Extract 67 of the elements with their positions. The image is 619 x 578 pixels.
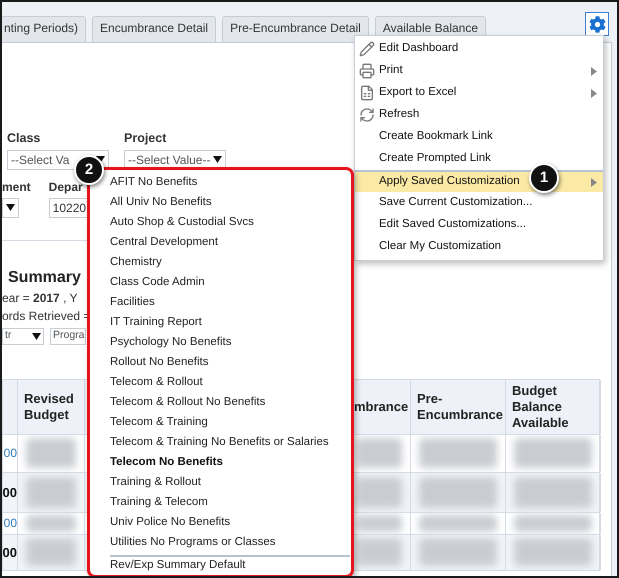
settings-icon — [588, 16, 606, 32]
menu-item[interactable]: Create Bookmark Link — [355, 126, 603, 148]
prompt-label: Project — [124, 130, 168, 147]
customization-item[interactable]: Utilities No Programs or Classes — [110, 533, 276, 553]
customization-item[interactable]: Auto Shop & Custodial Svcs — [110, 213, 254, 233]
select-field[interactable]: --Select Value-- — [124, 150, 226, 170]
printer-icon — [359, 63, 375, 79]
menu-item[interactable]: Print — [355, 60, 603, 82]
select-field[interactable]: Progra — [50, 328, 86, 345]
customization-item[interactable]: IT Training Report — [110, 313, 202, 333]
customization-item[interactable]: Telecom & Training — [110, 413, 208, 433]
refresh-icon — [359, 107, 375, 123]
caret-icon — [32, 332, 41, 340]
customization-item[interactable]: All Univ No Benefits — [110, 193, 212, 213]
menu-item[interactable]: Export to Excel — [355, 82, 603, 104]
blurred-value — [356, 538, 402, 566]
menu-item[interactable]: Save Current Customization... — [355, 192, 603, 214]
customization-item[interactable]: Facilities — [110, 293, 155, 313]
caret-icon — [213, 156, 222, 164]
select-field[interactable]: tr — [2, 328, 44, 345]
settings-button[interactable] — [585, 12, 609, 36]
column-header: mbrance — [354, 398, 408, 415]
column-header: Budget Balance Available — [512, 382, 570, 431]
menu-item[interactable]: Refresh — [355, 104, 603, 126]
total-amount: 00 — [3, 544, 17, 562]
total-amount: 00 — [3, 484, 17, 502]
prompt-label: ment — [2, 178, 31, 196]
customization-item[interactable]: Telecom & Rollout — [110, 373, 203, 393]
column-header: Pre-Encumbrance — [417, 390, 503, 423]
tab[interactable]: Pre-Encumbrance Detail — [222, 16, 369, 42]
menu-item[interactable]: Clear My Customization — [355, 236, 603, 258]
blurred-value — [26, 514, 76, 532]
customization-item[interactable]: Univ Police No Benefits — [110, 513, 230, 533]
submenu-arrow-icon — [591, 178, 597, 186]
amount-link[interactable]: 00 — [4, 514, 17, 532]
customization-item[interactable]: Training & Telecom — [110, 493, 208, 513]
menu-item[interactable]: Edit Saved Customizations... — [355, 214, 603, 236]
customization-item[interactable]: AFIT No Benefits — [110, 173, 198, 193]
customization-item[interactable]: Central Development — [110, 233, 218, 253]
tab[interactable]: nting Periods) — [2, 16, 86, 42]
blurred-value — [356, 476, 402, 508]
report-title: Summary — [8, 268, 81, 287]
customization-item[interactable]: Class Code Admin — [110, 273, 205, 293]
amount-link[interactable]: 00 — [4, 444, 17, 462]
customization-item[interactable]: Rev/Exp Summary Default — [110, 555, 350, 575]
blurred-value — [26, 476, 76, 508]
customization-item[interactable]: Training & Rollout — [110, 473, 201, 493]
prompt-label: Class — [7, 130, 42, 147]
submenu-arrow-icon — [591, 88, 597, 98]
caret-icon — [6, 204, 15, 212]
customization-item[interactable]: Psychology No Benefits — [110, 333, 232, 353]
blurred-value — [26, 438, 76, 468]
filter-text: ear = 2017 , Y — [2, 290, 78, 307]
customization-item[interactable]: Chemistry — [110, 253, 162, 273]
select-field[interactable] — [2, 198, 19, 218]
customization-item[interactable]: Rollout No Benefits — [110, 353, 208, 373]
customization-item[interactable]: Telecom & Rollout No Benefits — [110, 393, 266, 413]
column-header: Revised Budget — [24, 390, 75, 423]
blurred-value — [26, 538, 76, 566]
submenu-arrow-icon — [591, 66, 597, 76]
customization-item[interactable]: Telecom No Benefits — [110, 453, 223, 473]
blurred-value — [356, 514, 402, 532]
customization-item[interactable]: Telecom & Training No Benefits or Salaries — [110, 433, 329, 453]
pencil-icon — [359, 41, 375, 57]
blurred-value — [356, 438, 402, 468]
spreadsheet-icon — [359, 85, 375, 101]
tab[interactable]: Encumbrance Detail — [92, 16, 216, 42]
